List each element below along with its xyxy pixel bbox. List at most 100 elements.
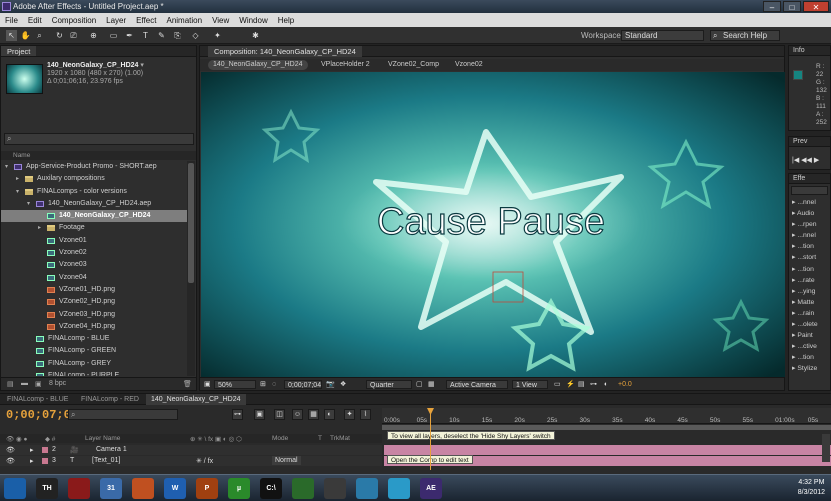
magnification-select[interactable]: 50% xyxy=(214,380,256,389)
project-item[interactable]: Vzone04 xyxy=(1,272,187,284)
show-channel-icon[interactable]: ❖ xyxy=(340,380,346,389)
menu-composition[interactable]: Composition xyxy=(47,16,101,25)
project-column-name[interactable]: Name xyxy=(1,151,196,160)
effect-category[interactable]: ▸ ...nnel xyxy=(789,230,830,241)
photoshop-icon[interactable]: P xyxy=(196,478,218,499)
reset-exposure-icon[interactable]: ◐ xyxy=(604,380,608,389)
project-item[interactable]: FINALcomp - GREY xyxy=(1,358,187,370)
tab-project[interactable]: Project xyxy=(1,46,37,56)
menu-layer[interactable]: Layer xyxy=(101,16,131,25)
project-item[interactable]: 140_NeonGalaxy_CP_HD24 xyxy=(1,210,187,223)
new-comp-icon[interactable]: ▣ xyxy=(35,380,42,388)
zoom-tool-icon[interactable]: ⌕ xyxy=(34,30,45,41)
timeline-tab[interactable]: FINALcomp - RED xyxy=(76,394,144,405)
composition-viewer[interactable]: Cause Pause xyxy=(201,72,785,377)
puppet-pin-tool-icon[interactable]: ✱ xyxy=(250,30,261,41)
draft-3d-icon[interactable]: ◫ xyxy=(274,409,285,420)
layer-duration-bar[interactable] xyxy=(384,445,831,455)
breadcrumb-item[interactable]: Vzone02 xyxy=(450,60,488,70)
playhead-line[interactable] xyxy=(430,408,431,470)
hand-tool-icon[interactable]: ✋ xyxy=(20,30,31,41)
work-area-bar[interactable] xyxy=(382,425,831,430)
column-t[interactable]: T xyxy=(318,435,322,442)
project-item[interactable]: FINALcomp - GREEN xyxy=(1,345,187,357)
menu-effect[interactable]: Effect xyxy=(131,16,161,25)
effect-category[interactable]: ▸ ...olete xyxy=(789,319,830,330)
camera-tool-icon[interactable]: ⎚ xyxy=(68,30,79,41)
cmd-icon[interactable]: C:\ xyxy=(260,478,282,499)
menu-window[interactable]: Window xyxy=(234,16,272,25)
scrollbar-thumb[interactable] xyxy=(188,163,194,283)
tab-preview[interactable]: Prev xyxy=(789,137,830,147)
tab-effects[interactable]: Effe xyxy=(789,174,830,184)
project-item[interactable]: ▸ Footage xyxy=(1,222,187,234)
timeline-search-input[interactable]: ⌕ xyxy=(68,409,178,420)
timeline-scrollbar[interactable] xyxy=(822,434,830,462)
effect-category[interactable]: ▸ ...tion xyxy=(789,241,830,252)
menu-animation[interactable]: Animation xyxy=(161,16,207,25)
pen-tool-icon[interactable]: ✒ xyxy=(124,30,135,41)
pan-behind-tool-icon[interactable]: ⊕ xyxy=(88,30,99,41)
tab-info[interactable]: Info xyxy=(789,46,830,56)
menu-edit[interactable]: Edit xyxy=(23,16,47,25)
search-help-field[interactable]: ⌕ Search Help xyxy=(710,30,780,41)
project-scrollbar[interactable] xyxy=(187,161,195,376)
visibility-eye-icon[interactable]: 👁 xyxy=(6,457,15,465)
close-button[interactable]: ✕ xyxy=(803,1,829,12)
project-item[interactable]: FINALcomp - PURPLE xyxy=(1,370,187,376)
start-button[interactable] xyxy=(4,478,26,499)
layer-name[interactable]: Camera 1 xyxy=(96,446,127,453)
expand-arrow-icon[interactable]: ▸ xyxy=(30,457,34,465)
rotation-tool-icon[interactable]: ↻ xyxy=(54,30,65,41)
menu-view[interactable]: View xyxy=(207,16,234,25)
layer-switches-icon[interactable]: ✳ / fx xyxy=(196,457,213,465)
timeline-tab-active[interactable]: 140_NeonGalaxy_CP_HD24 xyxy=(146,394,246,405)
fast-previews-icon[interactable]: ⚡ xyxy=(566,380,575,389)
motion-blur-icon[interactable]: ◐ xyxy=(324,409,335,420)
mask-tool-icon[interactable]: ▭ xyxy=(108,30,119,41)
effect-category[interactable]: ▸ ...nnel xyxy=(789,197,830,208)
effect-category[interactable]: ▸ Paint xyxy=(789,330,830,341)
app-icon-10[interactable] xyxy=(324,478,346,499)
calendar-icon[interactable]: 31 xyxy=(100,478,122,499)
view-layout-select[interactable]: 1 View xyxy=(512,380,548,389)
project-item[interactable]: Vzone02 xyxy=(1,247,187,259)
project-item[interactable]: FINALcomp - BLUE xyxy=(1,333,187,345)
expand-arrow-down-icon[interactable]: ▾ xyxy=(5,161,8,173)
project-item[interactable]: VZone02_HD.png xyxy=(1,296,187,308)
layer-row-text[interactable]: 👁 ▸ 3 T [Text_01] ✳ / fx Normal xyxy=(0,456,382,466)
blend-mode-select[interactable]: Normal xyxy=(272,456,301,465)
column-mode[interactable]: Mode xyxy=(272,435,288,442)
project-item[interactable]: Vzone03 xyxy=(1,259,187,271)
live-update-icon[interactable]: ▣ xyxy=(254,409,265,420)
expand-arrow-down-icon[interactable]: ▾ xyxy=(16,186,19,198)
viewer-title-text[interactable]: Cause Pause xyxy=(376,200,605,243)
effect-category[interactable]: ▸ ...rpen xyxy=(789,219,830,230)
project-item[interactable]: Vzone01 xyxy=(1,235,187,247)
resolution-select[interactable]: Quarter xyxy=(366,380,412,389)
maximize-button[interactable]: □ xyxy=(783,1,801,12)
chevron-down-icon[interactable]: ▾ xyxy=(140,62,144,69)
brainstorm-icon[interactable]: ✦ xyxy=(344,409,355,420)
new-folder-icon[interactable]: ▬ xyxy=(21,380,28,387)
project-item[interactable]: ▸ Auxilary compositions xyxy=(1,173,187,185)
system-clock[interactable]: 4:32 PM 8/3/2012 xyxy=(798,478,825,498)
region-of-interest-icon[interactable]: ▢ xyxy=(416,380,423,389)
roto-brush-tool-icon[interactable]: ✦ xyxy=(212,30,223,41)
effect-category[interactable]: ▸ Stylize xyxy=(789,363,830,374)
expand-arrow-right-icon[interactable]: ▸ xyxy=(16,173,19,185)
hide-shy-layers-icon[interactable]: ☺ xyxy=(292,409,303,420)
breadcrumb-item[interactable]: VPlaceHolder 2 xyxy=(316,60,375,70)
menu-file[interactable]: File xyxy=(0,16,23,25)
layer-name[interactable]: [Text_01] xyxy=(92,457,120,464)
comp-mini-flowchart-icon[interactable]: ⊶ xyxy=(232,409,243,420)
expand-arrow-right-icon[interactable]: ▸ xyxy=(38,222,41,234)
preview-controls[interactable]: |◀ ◀◀ ▶ xyxy=(792,156,819,164)
column-trkmat[interactable]: TrkMat xyxy=(330,435,350,442)
effect-category[interactable]: ▸ ...rate xyxy=(789,275,830,286)
column-layer-name[interactable]: Layer Name xyxy=(85,435,120,442)
expand-arrow-down-icon[interactable]: ▾ xyxy=(27,198,30,210)
frame-blending-icon[interactable]: ▦ xyxy=(308,409,319,420)
graph-editor-icon[interactable]: ⌇ xyxy=(360,409,371,420)
project-item[interactable]: VZone03_HD.png xyxy=(1,309,187,321)
